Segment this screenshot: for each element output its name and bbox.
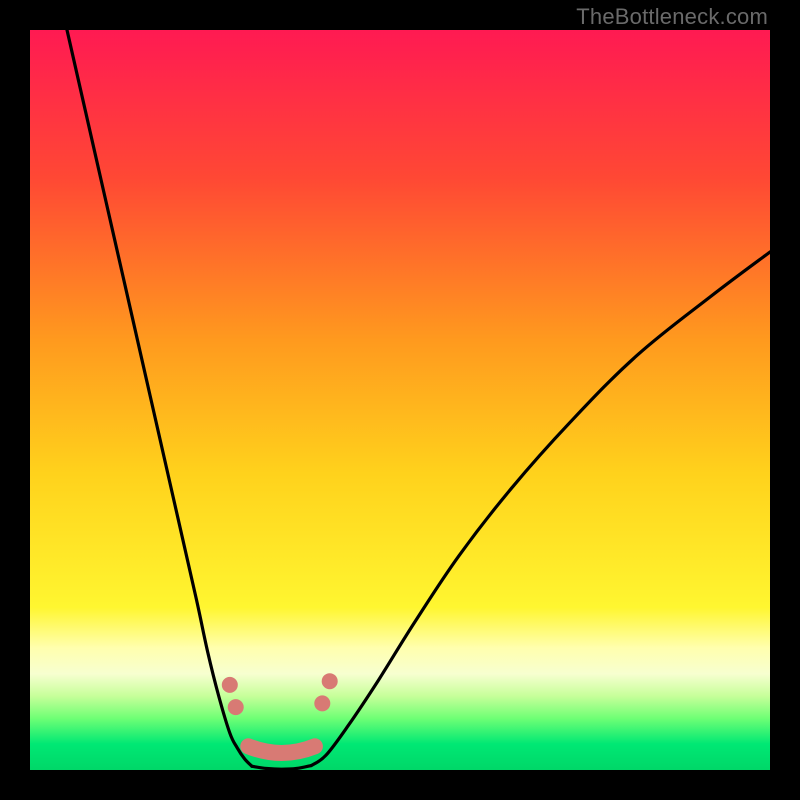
marker-dots [222,673,338,715]
marker-dot [228,699,244,715]
marker-dot [222,677,238,693]
marker-dot [322,673,338,689]
marker-dot [314,695,330,711]
marker-valley-segment [248,746,315,753]
curve-left-branch [67,30,252,766]
curve-valley-floor [252,766,311,770]
chart-frame: TheBottleneck.com [0,0,800,800]
chart-curves [30,30,770,770]
plot-area [30,30,770,770]
watermark-label: TheBottleneck.com [576,4,768,30]
curve-right-branch [311,252,770,766]
